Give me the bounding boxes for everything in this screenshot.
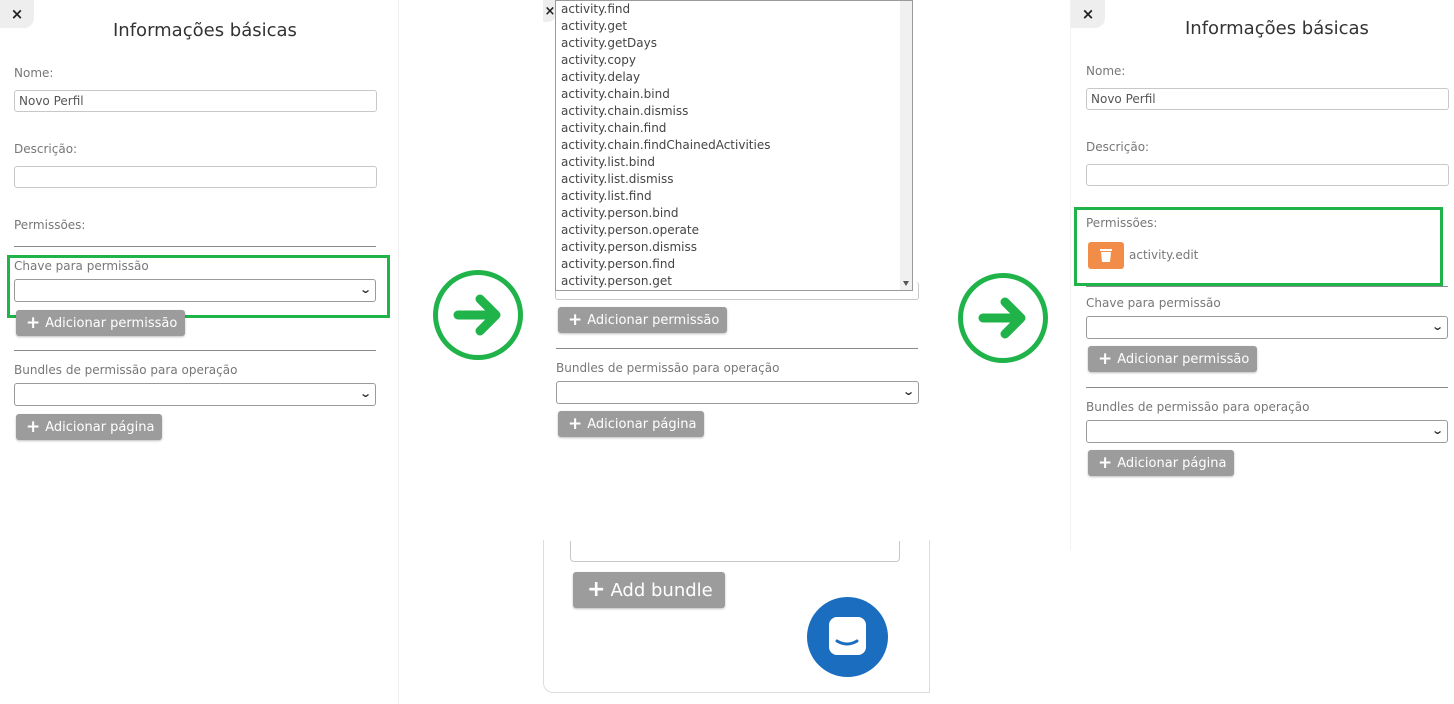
name-field[interactable] xyxy=(1086,88,1449,110)
add-bundle-label: Add bundle xyxy=(610,579,713,601)
add-permission-button[interactable]: + Adicionar permissão xyxy=(558,307,728,333)
bundles-label: Bundles de permissão para operação xyxy=(14,363,238,377)
add-permission-label: Adicionar permissão xyxy=(45,315,178,331)
dropdown-option[interactable]: activity.person.get xyxy=(556,273,912,290)
options-container: activity.find activity.get activity.getDay… xyxy=(556,1,912,290)
page-title: Informações básicas xyxy=(113,20,297,41)
bundles-select[interactable]: ⌄ xyxy=(14,383,376,406)
scrollbar[interactable] xyxy=(900,1,912,290)
bundles-select[interactable]: ⌄ xyxy=(556,381,919,404)
highlight-box xyxy=(7,255,390,318)
add-page-button[interactable]: + Adicionar página xyxy=(1088,450,1235,476)
name-field[interactable] xyxy=(14,90,377,112)
dropdown-option[interactable]: activity.person.dismiss xyxy=(556,239,912,256)
add-permission-button[interactable]: + Adicionar permissão xyxy=(1088,346,1258,372)
dropdown-option[interactable]: activity.chain.bind xyxy=(556,86,912,103)
dropdown-option[interactable]: activity.delay xyxy=(556,69,912,86)
divider xyxy=(556,348,918,349)
bundles-select[interactable]: ⌄ xyxy=(1086,420,1448,443)
plus-icon: + xyxy=(26,416,41,437)
chevron-down-icon: ⌄ xyxy=(358,387,372,400)
name-label: Nome: xyxy=(1086,64,1126,78)
permission-key-select[interactable]: ⌄ xyxy=(1086,316,1448,339)
divider xyxy=(1086,286,1448,287)
permissions-label: Permissões: xyxy=(14,218,86,232)
left-panel: × Informações básicas Nome: Descrição: P… xyxy=(0,0,399,704)
plus-icon: + xyxy=(1098,452,1113,473)
add-page-button[interactable]: + Adicionar página xyxy=(16,414,163,440)
dropdown-option[interactable]: activity.chain.dismiss xyxy=(556,103,912,120)
chat-button[interactable] xyxy=(807,597,888,677)
arrow-right-icon xyxy=(433,270,523,360)
add-permission-label: Adicionar permissão xyxy=(1117,351,1250,367)
dropdown-option[interactable]: activity.list.bind xyxy=(556,154,912,171)
chevron-down-icon: ⌄ xyxy=(901,385,915,398)
add-page-button[interactable]: + Adicionar página xyxy=(558,411,705,437)
name-label: Nome: xyxy=(14,66,54,80)
add-permission-button[interactable]: + Adicionar permissão xyxy=(16,310,186,336)
add-page-label: Adicionar página xyxy=(45,419,155,435)
chevron-down-icon: ⌄ xyxy=(1430,424,1444,437)
dropdown-option[interactable]: activity.find xyxy=(556,1,912,18)
bundle-select[interactable] xyxy=(570,541,900,562)
page-title: Informações básicas xyxy=(1185,18,1369,39)
plus-icon: + xyxy=(26,312,41,333)
dropdown-option[interactable]: activity.person.bind xyxy=(556,205,912,222)
plus-icon: + xyxy=(587,577,606,602)
permission-key-label: Chave para permissão xyxy=(1086,296,1221,310)
arrow-right-icon xyxy=(958,273,1048,363)
permission-options-list[interactable]: activity.find activity.get activity.getDay… xyxy=(555,0,913,291)
chat-icon xyxy=(829,617,866,655)
dropdown-option[interactable]: activity.getDays xyxy=(556,35,912,52)
dropdown-option[interactable]: activity.list.find xyxy=(556,188,912,205)
add-permission-label: Adicionar permissão xyxy=(587,312,720,328)
bundles-label: Bundles de permissão para operação xyxy=(556,361,780,375)
divider xyxy=(14,246,376,247)
dropdown-option[interactable]: activity.chain.findChainedActivities xyxy=(556,137,912,154)
add-page-label: Adicionar página xyxy=(587,416,697,432)
close-icon[interactable]: × xyxy=(0,0,34,28)
close-icon[interactable]: × xyxy=(1071,0,1105,28)
description-field[interactable] xyxy=(14,166,377,188)
description-field[interactable] xyxy=(1086,164,1449,186)
add-page-label: Adicionar página xyxy=(1117,455,1227,471)
plus-icon: + xyxy=(1098,348,1113,369)
dropdown-option[interactable]: activity.chain.find xyxy=(556,120,912,137)
divider xyxy=(14,350,376,351)
dropdown-option[interactable]: activity.list.dismiss xyxy=(556,171,912,188)
plus-icon: + xyxy=(568,309,583,330)
scroll-down-icon[interactable] xyxy=(903,281,909,286)
bundles-label: Bundles de permissão para operação xyxy=(1086,400,1310,414)
dropdown-option[interactable]: activity.get xyxy=(556,18,912,35)
dropdown-option[interactable]: activity.copy xyxy=(556,52,912,69)
highlight-box xyxy=(1074,207,1443,286)
dropdown-option[interactable]: activity.person.find xyxy=(556,256,912,273)
description-label: Descrição: xyxy=(14,142,78,156)
description-label: Descrição: xyxy=(1086,140,1150,154)
divider xyxy=(1086,387,1448,388)
plus-icon: + xyxy=(568,413,583,434)
right-panel: × Informações básicas Nome: Descrição: P… xyxy=(1070,0,1454,550)
dropdown-option[interactable]: activity.person.operate xyxy=(556,222,912,239)
chevron-down-icon: ⌄ xyxy=(1430,320,1444,333)
add-bundle-button[interactable]: + Add bundle xyxy=(573,572,725,608)
